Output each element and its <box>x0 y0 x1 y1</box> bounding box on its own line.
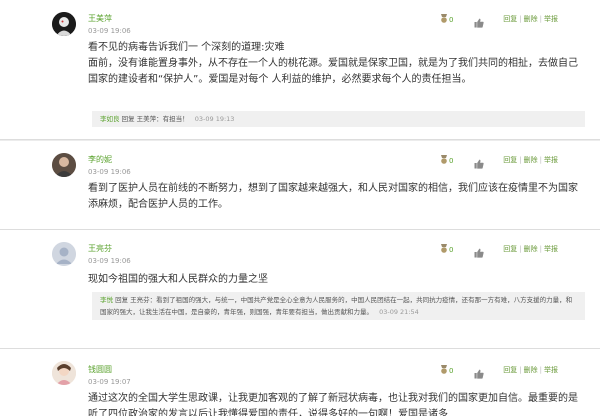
avatar[interactable] <box>52 242 76 266</box>
comment-item: 王亮芬 03-09 19:06 0 回复 | 删除 | 举报 现如今祖国的强大和人民群众… <box>0 230 600 349</box>
likes-count[interactable]: 0 <box>440 155 453 167</box>
report-link[interactable]: 举报 <box>544 366 558 374</box>
thumbs-up-icon[interactable] <box>474 13 484 28</box>
comment-item: 李的妮 03-09 19:06 0 回复 | 删除 | 举报 看到了医护人员在前线的不断… <box>0 141 600 230</box>
thumbs-up-icon[interactable] <box>474 364 484 379</box>
medal-icon <box>440 155 448 167</box>
delete-link[interactable]: 删除 <box>524 245 538 253</box>
avatar[interactable] <box>52 12 76 36</box>
reply-box: 李如良 回复 王美萍：有担当！ 03-09 19:13 <box>92 111 585 127</box>
report-link[interactable]: 举报 <box>544 156 558 164</box>
comment-text: 现如今祖国的强大和人民群众的力量之坚 <box>88 274 268 285</box>
medal-icon <box>440 244 448 256</box>
report-link[interactable]: 举报 <box>544 245 558 253</box>
reply-link[interactable]: 回复 <box>503 156 517 164</box>
comment-text: 看不见的病毒告诉我们一 个深刻的道理:灾难 面前，没有谁能置身事外，从不存在一个… <box>88 42 578 85</box>
comment-time: 03-09 19:06 <box>88 27 131 35</box>
likes-count[interactable]: 0 <box>440 14 453 26</box>
likes-count[interactable]: 0 <box>440 244 453 256</box>
comment-list: 王美萍 03-09 19:06 0 回复 | 删除 | 举报 看不见的病毒告诉我们一 个… <box>0 0 600 416</box>
comment-actions: 回复 | 删除 | 举报 <box>503 366 558 374</box>
thumbs-up-icon[interactable] <box>474 154 484 169</box>
reply-time: 03-09 21:54 <box>379 308 419 316</box>
delete-link[interactable]: 删除 <box>524 156 538 164</box>
comment-time: 03-09 19:07 <box>88 378 131 386</box>
reply-box: 李悦 回复 王亮芬：看到了祖国的强大，与统一，中国共产党是全心全意为人民服务的，… <box>92 292 585 320</box>
likes-count[interactable]: 0 <box>440 365 453 377</box>
author-name[interactable]: 王美萍 <box>88 14 112 24</box>
comment-item: 王美萍 03-09 19:06 0 回复 | 删除 | 举报 看不见的病毒告诉我们一 个… <box>0 0 600 140</box>
comment-actions: 回复 | 删除 | 举报 <box>503 245 558 253</box>
comment-text: 看到了医护人员在前线的不断努力，想到了国家越来越强大，和人民对国家的相信，我们应… <box>88 183 578 210</box>
reply-author[interactable]: 李如良 <box>100 115 120 123</box>
reply-to: 回复 王亮芬： <box>115 296 157 304</box>
author-name[interactable]: 王亮芬 <box>88 244 112 254</box>
comment-time: 03-09 19:06 <box>88 257 131 265</box>
reply-link[interactable]: 回复 <box>503 245 517 253</box>
reply-link[interactable]: 回复 <box>503 15 517 23</box>
reply-author[interactable]: 李悦 <box>100 296 113 304</box>
reply-to: 回复 王美萍： <box>121 115 163 123</box>
delete-link[interactable]: 删除 <box>524 15 538 23</box>
reply-text: 看到了祖国的强大，与统一，中国共产党是全心全意为人民服务的，中国人民团结在一起，… <box>100 296 573 316</box>
comment-actions: 回复 | 删除 | 举报 <box>503 15 558 23</box>
medal-icon <box>440 365 448 377</box>
avatar[interactable] <box>52 153 76 177</box>
comment-actions: 回复 | 删除 | 举报 <box>503 156 558 164</box>
author-name[interactable]: 钱圆圆 <box>88 365 112 375</box>
reply-link[interactable]: 回复 <box>503 366 517 374</box>
delete-link[interactable]: 删除 <box>524 366 538 374</box>
author-name[interactable]: 李的妮 <box>88 155 112 165</box>
report-link[interactable]: 举报 <box>544 15 558 23</box>
comment-text: 通过这次的全国大学生思政课，让我更加客观的了解了新冠状病毒，也让我对我们的国家更… <box>88 393 578 416</box>
thumbs-up-icon[interactable] <box>474 243 484 258</box>
avatar[interactable] <box>52 361 76 385</box>
comment-item: 钱圆圆 03-09 19:07 0 回复 | 删除 | 举报 通过这次的全国大学生思政课… <box>0 349 600 416</box>
reply-time: 03-09 19:13 <box>194 115 235 123</box>
medal-icon <box>440 14 448 26</box>
comment-time: 03-09 19:06 <box>88 168 131 176</box>
reply-text: 有担当！ <box>162 115 189 123</box>
